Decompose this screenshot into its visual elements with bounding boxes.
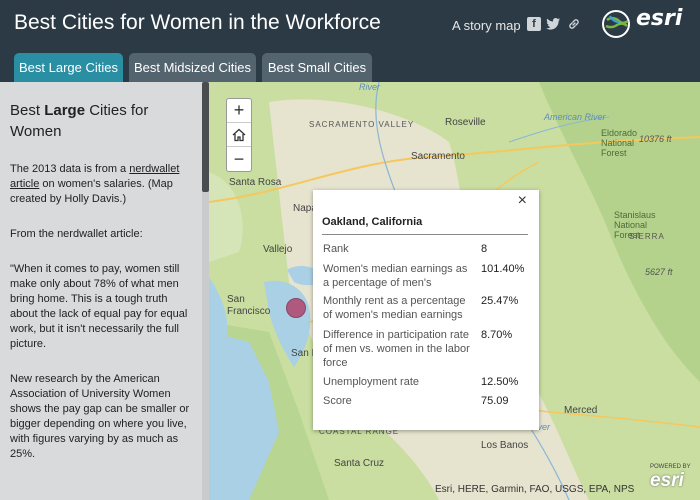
panel-paragraph-source: The 2013 data is from a nerdwallet artic… [10, 163, 180, 205]
tab-best-large-cities[interactable]: Best Large Cities [14, 53, 123, 82]
story-map-label: A story map [452, 18, 521, 33]
map-label-vallejo: Vallejo [263, 244, 293, 255]
tab-best-midsized-cities[interactable]: Best Midsized Cities [129, 53, 256, 82]
tab-best-small-cities[interactable]: Best Small Cities [262, 53, 372, 82]
oakland-marker[interactable] [286, 298, 306, 318]
powered-by-esri-logo[interactable]: esri [650, 470, 684, 492]
map-label-merced: Merced [564, 405, 598, 416]
home-icon [232, 128, 246, 141]
map-label-american-river: American River [544, 112, 606, 122]
map-label-river-top: River [359, 82, 381, 92]
home-button[interactable] [227, 123, 251, 147]
panel-paragraph-quote: "When it comes to pay, women still make … [10, 263, 188, 350]
zoom-in-button[interactable]: + [227, 99, 251, 123]
map-label-roseville: Roseville [445, 117, 486, 128]
facebook-icon[interactable]: f [527, 17, 541, 31]
map-label-san-francisco: San Francisco [227, 294, 271, 317]
panel-title: Best Large Cities for Women [10, 102, 149, 140]
popup-close-button[interactable]: × [518, 192, 527, 210]
page-title: Best Cities for Women in the Workforce [14, 11, 381, 34]
map-label-elevation-1: 10376 ft [639, 134, 672, 144]
esri-wordmark: esri [636, 6, 683, 31]
map-label-sacramento: Sacramento [411, 151, 465, 162]
tab-bar: Best Large Cities Best Midsized Cities B… [0, 50, 700, 82]
panel-paragraph-research: New research by the American Association… [10, 373, 190, 460]
zoom-controls: + − [226, 98, 252, 172]
popup-divider [322, 234, 528, 235]
map-label-elevation-2: 5627 ft [645, 267, 673, 277]
panel-paragraph-intro: From the nerdwallet article: [10, 228, 143, 240]
map-label-sierra: SIERRA [629, 232, 665, 241]
popup-title: Oakland, California [322, 216, 423, 228]
link-icon[interactable] [567, 17, 581, 31]
map-label-sacramento-valley: SACRAMENTO VALLEY [309, 120, 415, 129]
side-panel: Best Large Cities for Women The 2013 dat… [0, 82, 209, 500]
map-label-santa-rosa: Santa Rosa [229, 177, 282, 188]
map-attribution: Esri, HERE, Garmin, FAO, USGS, EPA, NPS [435, 484, 635, 495]
feature-popup: × Oakland, California Rank 8 Women's medi… [313, 190, 539, 430]
zoom-out-button[interactable]: − [227, 147, 251, 171]
panel-scrollbar-thumb[interactable] [202, 82, 209, 192]
map-label-los-banos: Los Banos [481, 440, 529, 451]
twitter-icon[interactable] [546, 17, 560, 31]
app-header: Best Cities for Women in the Workforce A… [0, 0, 700, 50]
map-label-santa-cruz: Santa Cruz [334, 458, 385, 469]
